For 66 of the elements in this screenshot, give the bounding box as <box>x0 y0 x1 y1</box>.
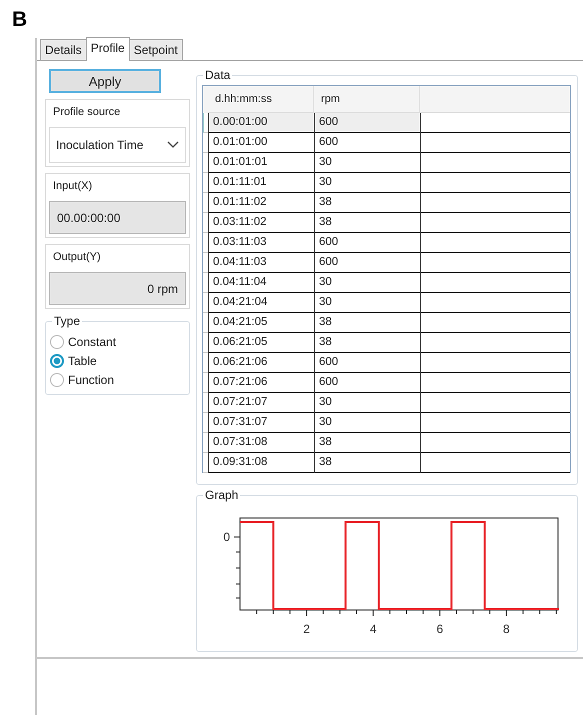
table-cell: 0.03:11:03 <box>208 233 314 253</box>
table-cell: 38 <box>314 313 420 333</box>
table-cell: 0.00:01:00 <box>208 113 314 133</box>
table-cell: 30 <box>314 153 420 173</box>
type-label: Type <box>52 314 82 328</box>
data-label: Data <box>203 68 232 82</box>
radio-button[interactable] <box>50 372 64 386</box>
axis-label: 4 <box>370 622 377 636</box>
column-header[interactable]: rpm <box>314 86 420 113</box>
output-label: Output(Y) <box>52 251 102 263</box>
table-cell: 0.06:21:06 <box>208 353 314 373</box>
table-cell: 0.04:11:04 <box>208 273 314 293</box>
table-cell: 0.01:11:01 <box>208 173 314 193</box>
figure-label: B <box>12 8 28 32</box>
table-cell: 0.04:11:03 <box>208 253 314 273</box>
table-cell: 38 <box>314 433 420 453</box>
tab[interactable]: Setpoint <box>128 39 183 60</box>
table-cell: 0.04:21:05 <box>208 313 314 333</box>
axis-label: 6 <box>436 622 444 636</box>
output-field[interactable]: 0 rpm <box>49 272 186 305</box>
caret-icon <box>167 141 179 149</box>
profile-source-dropdown[interactable]: Inoculation Time <box>49 127 186 163</box>
table-cell: 0.07:31:07 <box>208 413 314 433</box>
table-cell: 30 <box>314 393 420 413</box>
radio-label[interactable]: Constant <box>68 334 116 348</box>
table-cell: 600 <box>314 373 420 393</box>
input-label: Input(X) <box>52 180 94 192</box>
tab[interactable]: Profile <box>86 37 130 61</box>
axis-label: 0 <box>223 530 230 544</box>
table-cell: 0.07:31:08 <box>208 433 314 453</box>
table-cell: 600 <box>314 233 420 253</box>
radio-button[interactable] <box>50 354 64 368</box>
table-cell: 38 <box>314 453 420 473</box>
table-cell: 38 <box>314 213 420 233</box>
table-cell: 0.01:01:01 <box>208 153 314 173</box>
axis-label: 2 <box>303 622 310 636</box>
profile-source-label: Profile source <box>52 106 122 118</box>
table-cell: 600 <box>314 113 420 133</box>
radio-label[interactable]: Table <box>68 354 97 368</box>
tab[interactable]: Details <box>40 39 87 60</box>
table-cell: 30 <box>314 173 420 193</box>
radio-label[interactable]: Function <box>68 372 114 386</box>
table-cell: 0.09:31:08 <box>208 453 314 473</box>
y-axis-ticks <box>234 536 240 598</box>
table-cell: 600 <box>314 353 420 373</box>
table-cell: 0.01:01:00 <box>208 133 314 153</box>
radio-button[interactable] <box>50 334 64 348</box>
table-cell: 30 <box>314 293 420 313</box>
table-cell: 30 <box>314 273 420 293</box>
table-cell: 38 <box>314 193 420 213</box>
corner-cell <box>203 86 208 113</box>
table-cell: 600 <box>314 253 420 273</box>
table-cell: 0.04:21:04 <box>208 293 314 313</box>
table-cell: 0.01:11:02 <box>208 193 314 213</box>
axis-label: 8 <box>503 622 510 636</box>
input-field[interactable]: 00.00:00:00 <box>49 201 186 234</box>
table-cell: 0.03:11:02 <box>208 213 314 233</box>
apply-button[interactable]: Apply <box>49 69 161 93</box>
table-cell: 0.06:21:05 <box>208 333 314 353</box>
table-cell: 0.07:21:06 <box>208 373 314 393</box>
table-cell: 600 <box>314 133 420 153</box>
table-cell: 38 <box>314 333 420 353</box>
graph-label: Graph <box>203 488 240 502</box>
column-header[interactable]: d.hh:mm:ss <box>208 86 314 113</box>
table-cell: 30 <box>314 413 420 433</box>
table-cell: 0.07:21:07 <box>208 393 314 413</box>
